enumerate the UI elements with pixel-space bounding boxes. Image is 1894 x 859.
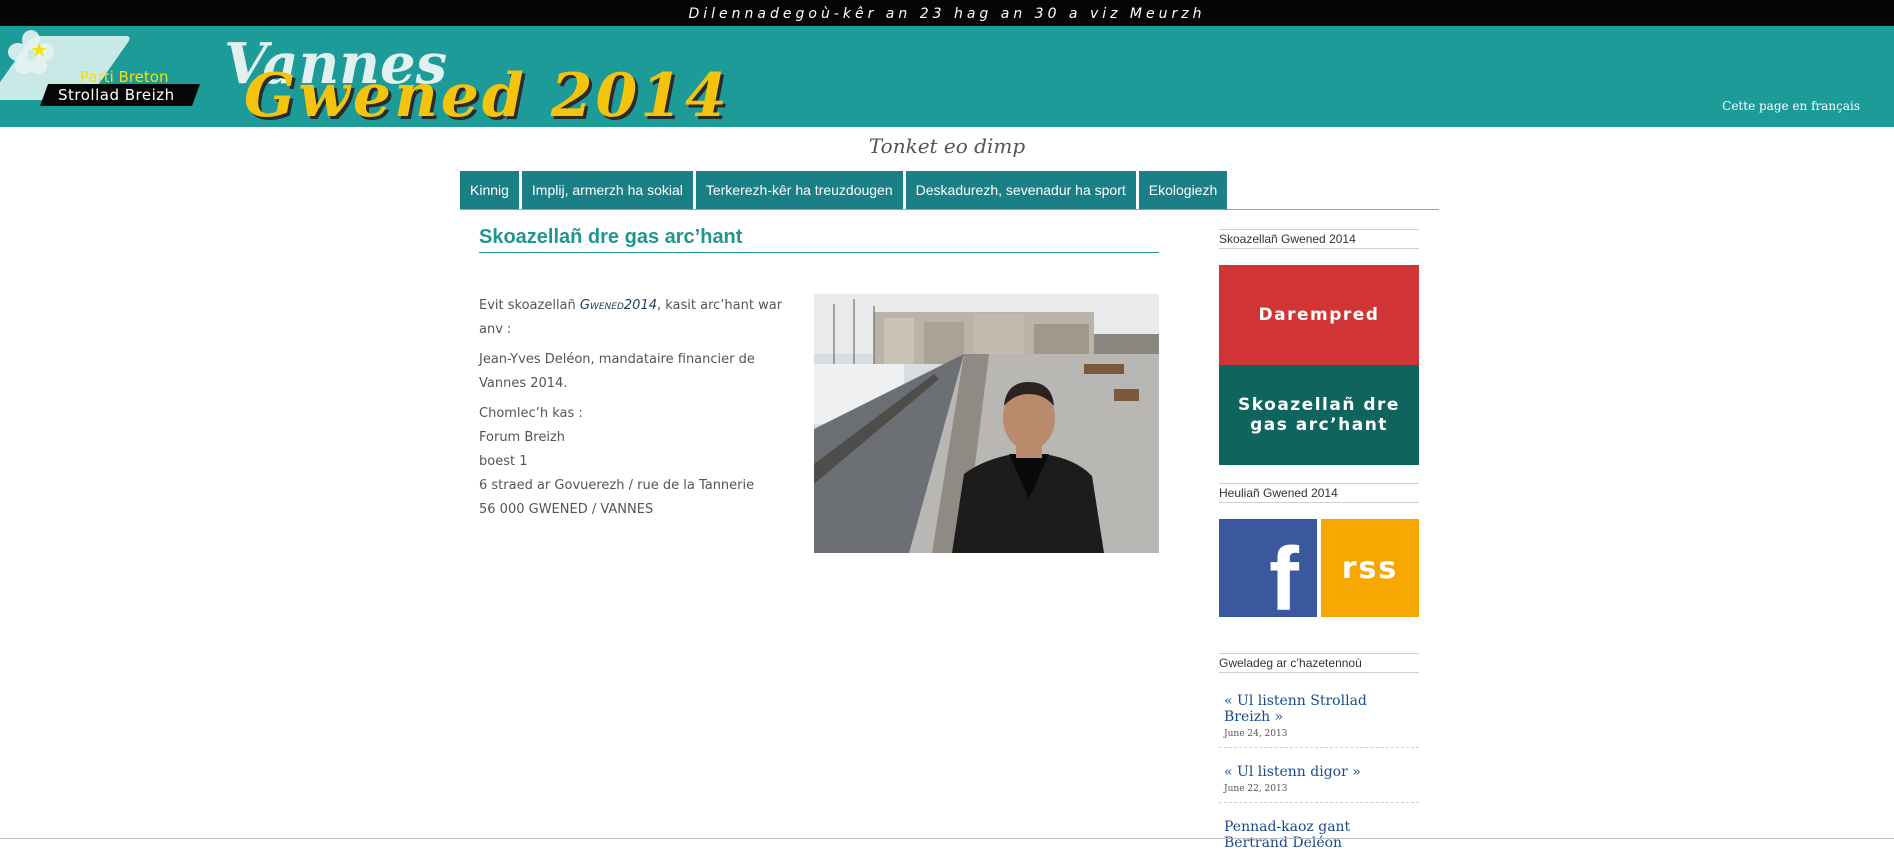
site-title-gwened[interactable]: Gwened 2014 — [244, 64, 730, 127]
postal-address: Chomlec’h kas : Forum Breizh boest 1 6 s… — [479, 402, 804, 522]
contact-button[interactable]: Darempred — [1219, 265, 1419, 365]
nav-item-implij[interactable]: Implij, armerzh ha sokial — [521, 171, 693, 209]
nav-item-deskadurezh[interactable]: Deskadurezh, sevenadur ha sport — [905, 171, 1136, 209]
address-line: 6 straed ar Govuerezh / rue de la Tanner… — [479, 478, 755, 493]
list-item: « Ul listenn digor » June 22, 2013 — [1219, 758, 1419, 803]
site-header: Parti Breton Strollad Breizh Vannes Gwen… — [0, 26, 1894, 127]
party-logo[interactable]: Parti Breton Strollad Breizh — [0, 26, 201, 106]
list-item: « Ul listenn Strollad Breizh » June 24, … — [1219, 687, 1419, 748]
intro-text: Evit skoazellañ — [479, 298, 580, 313]
rss-link[interactable]: rss — [1321, 519, 1419, 617]
press-list: « Ul listenn Strollad Breizh » June 24, … — [1219, 687, 1419, 859]
post-paragraph-mandataire: Jean-Yves Deléon, mandataire financier d… — [479, 352, 755, 391]
press-date: June 24, 2013 — [1224, 729, 1288, 739]
press-date: June 22, 2013 — [1224, 784, 1288, 794]
press-link[interactable]: Pennad-kaoz gant Bertrand Deléon — [1224, 819, 1414, 851]
press-link[interactable]: « Ul listenn digor » — [1224, 764, 1414, 780]
widget-title-support: Skoazellañ Gwened 2014 — [1219, 229, 1419, 249]
address-line: Forum Breizh — [479, 430, 565, 445]
nav-item-ekologiezh[interactable]: Ekologiezh — [1138, 171, 1228, 209]
top-announcement-bar: Dilennadegoù-kêr an 23 hag an 30 a viz M… — [0, 0, 1894, 26]
nav-item-terkerezh[interactable]: Terkerezh-kêr ha treuzdougen — [695, 171, 903, 209]
post-paragraph-intro: Evit skoazellañ Gwened2014, kasit arc’ha… — [479, 294, 804, 342]
widget-title-press: Gweladeg ar c’hazetennoù — [1219, 653, 1419, 673]
candidate-photo — [814, 294, 1159, 553]
post-body: Evit skoazellañ Gwened2014, kasit arc’ha… — [479, 294, 804, 522]
press-link[interactable]: « Ul listenn Strollad Breizh » — [1224, 693, 1414, 725]
address-line: boest 1 — [479, 454, 528, 469]
main-content: Skoazellañ dre gas arc’hant Evit skoazel… — [479, 226, 1159, 553]
list-item: Pennad-kaoz gant Bertrand Deléon — [1219, 813, 1419, 859]
donate-button[interactable]: Skoazellañ dre gas arc’hant — [1219, 365, 1419, 465]
rss-icon: rss — [1341, 550, 1399, 586]
logo-text-breton: Strollad Breizh — [58, 86, 175, 104]
facebook-icon: f — [1269, 530, 1299, 630]
tagline: Tonket eo dimp — [868, 134, 1026, 158]
sidebar: Skoazellañ Gwened 2014 Darempred Skoazel… — [1219, 229, 1419, 859]
brand-name: Gwened2014 — [579, 298, 657, 313]
facebook-link[interactable]: f — [1219, 519, 1317, 625]
widget-title-follow: Heuliañ Gwened 2014 — [1219, 483, 1419, 503]
announcement-text: Dilennadegoù-kêr an 23 hag an 30 a viz M… — [688, 6, 1206, 22]
nav-item-kinnig[interactable]: Kinnig — [460, 171, 519, 209]
address-line: 56 000 GWENED / VANNES — [479, 502, 654, 517]
main-nav: Kinnig Implij, armerzh ha sokial Terkere… — [460, 171, 1439, 210]
address-line: Chomlec’h kas : — [479, 406, 583, 421]
page-bottom-divider — [0, 838, 1894, 839]
logo-text-french: Parti Breton — [80, 68, 169, 86]
post-title: Skoazellañ dre gas arc’hant — [479, 226, 1159, 253]
french-page-link[interactable]: Cette page en français — [1722, 99, 1860, 113]
flower-icon — [8, 30, 54, 74]
social-links: f rss — [1219, 519, 1419, 625]
